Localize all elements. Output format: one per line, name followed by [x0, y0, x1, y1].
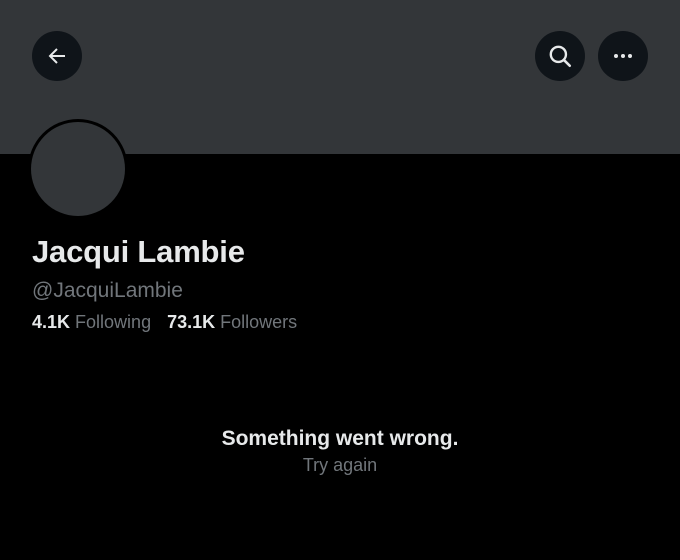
following-link[interactable]: 4.1K Following	[32, 312, 151, 333]
followers-count: 73.1K	[167, 312, 216, 332]
more-options-button[interactable]	[598, 31, 648, 81]
profile-name: Jacqui Lambie	[32, 234, 245, 269]
followers-link[interactable]: 73.1K Followers	[167, 312, 297, 333]
following-label: Following	[75, 312, 152, 332]
avatar	[31, 122, 125, 216]
profile-stats: 4.1K Following 73.1K Followers	[32, 312, 297, 333]
error-message: Something went wrong.	[221, 427, 459, 450]
following-count: 4.1K	[32, 312, 71, 332]
avatar-frame[interactable]	[28, 119, 128, 219]
search-button[interactable]	[535, 31, 585, 81]
search-icon	[547, 43, 573, 69]
back-button[interactable]	[32, 31, 82, 81]
followers-label: Followers	[220, 312, 298, 332]
profile-handle: @JacquiLambie	[32, 279, 183, 302]
arrow-left-icon	[45, 44, 69, 68]
more-horizontal-icon	[611, 44, 635, 68]
try-again-button[interactable]: Try again	[0, 455, 680, 476]
